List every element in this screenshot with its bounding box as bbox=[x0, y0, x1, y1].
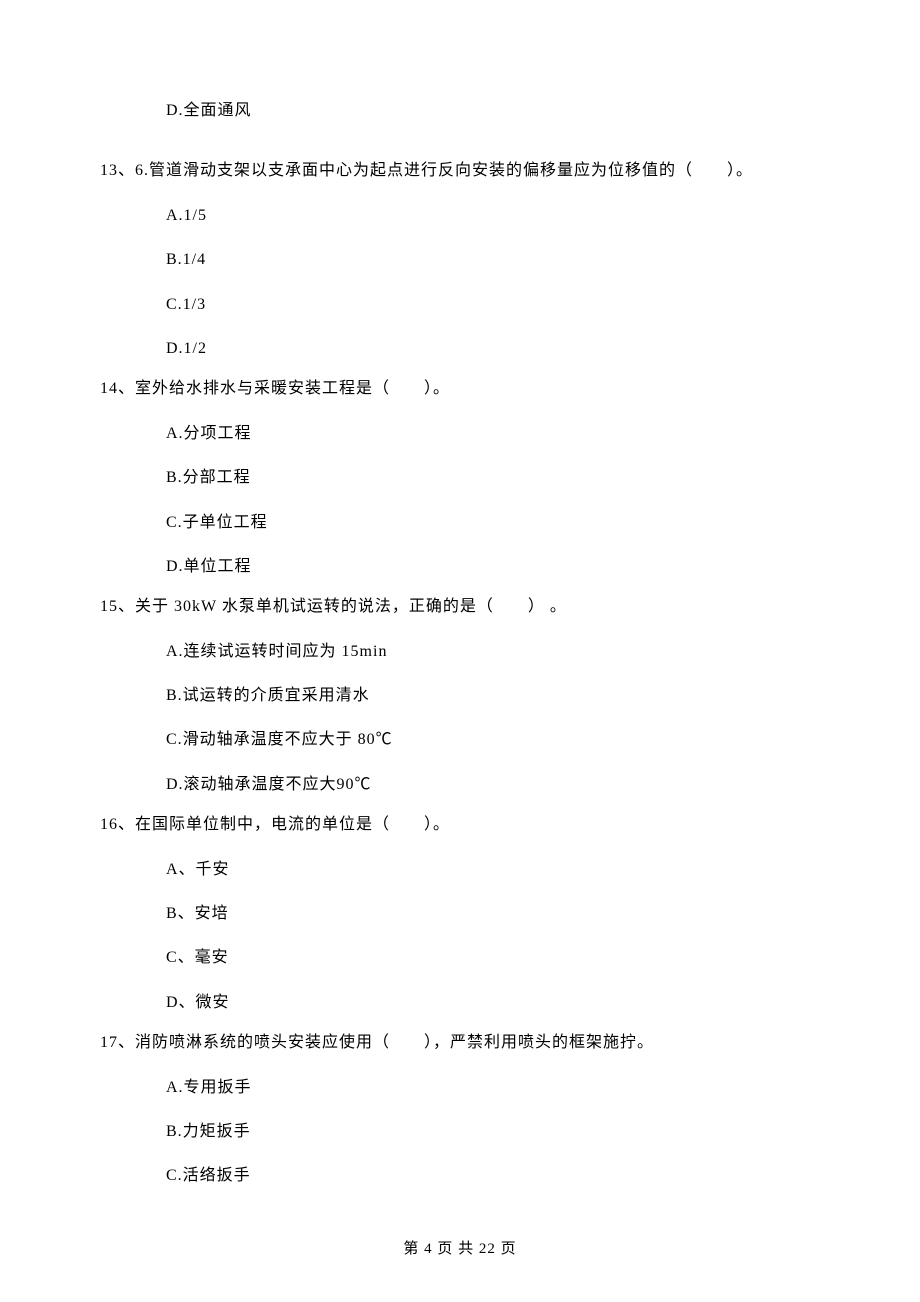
option-item: C.子单位工程 bbox=[166, 512, 820, 534]
option-list: A.专用扳手 B.力矩扳手 C.活络扳手 bbox=[166, 1077, 820, 1188]
option-item: B.1/4 bbox=[166, 249, 820, 271]
option-list: A.1/5 B.1/4 C.1/3 D.1/2 bbox=[166, 205, 820, 361]
option-item: B.力矩扳手 bbox=[166, 1121, 820, 1143]
option-item: A、千安 bbox=[166, 859, 820, 881]
option-item: C.滑动轴承温度不应大于 80℃ bbox=[166, 729, 820, 751]
option-list: A.分项工程 B.分部工程 C.子单位工程 D.单位工程 bbox=[166, 423, 820, 579]
option-item: A.专用扳手 bbox=[166, 1077, 820, 1099]
question-block: 14、室外给水排水与采暖安装工程是（ ）。 A.分项工程 B.分部工程 C.子单… bbox=[100, 378, 820, 578]
option-item: D.1/2 bbox=[166, 338, 820, 360]
orphan-option: D.全面通风 bbox=[166, 100, 820, 122]
question-block: 13、6.管道滑动支架以支承面中心为起点进行反向安装的偏移量应为位移值的（ ）。… bbox=[100, 160, 820, 360]
option-item: A.连续试运转时间应为 15min bbox=[166, 641, 820, 663]
page-content: D.全面通风 13、6.管道滑动支架以支承面中心为起点进行反向安装的偏移量应为位… bbox=[0, 0, 920, 1188]
option-list: A.连续试运转时间应为 15min B.试运转的介质宜采用清水 C.滑动轴承温度… bbox=[166, 641, 820, 797]
option-list: A、千安 B、安培 C、毫安 D、微安 bbox=[166, 859, 820, 1015]
option-item: B、安培 bbox=[166, 903, 820, 925]
page-footer: 第 4 页 共 22 页 bbox=[0, 1239, 920, 1260]
question-block: 15、关于 30kW 水泵单机试运转的说法，正确的是（ ） 。 A.连续试运转时… bbox=[100, 596, 820, 796]
option-item: C.活络扳手 bbox=[166, 1165, 820, 1187]
question-stem: 13、6.管道滑动支架以支承面中心为起点进行反向安装的偏移量应为位移值的（ ）。 bbox=[100, 160, 820, 182]
option-item: D、微安 bbox=[166, 992, 820, 1014]
question-block: 16、在国际单位制中，电流的单位是（ ）。 A、千安 B、安培 C、毫安 D、微… bbox=[100, 814, 820, 1014]
option-item: B.试运转的介质宜采用清水 bbox=[166, 685, 820, 707]
option-item: A.分项工程 bbox=[166, 423, 820, 445]
option-item: B.分部工程 bbox=[166, 467, 820, 489]
option-item: C.1/3 bbox=[166, 294, 820, 316]
question-stem: 15、关于 30kW 水泵单机试运转的说法，正确的是（ ） 。 bbox=[100, 596, 820, 618]
option-item: C、毫安 bbox=[166, 947, 820, 969]
question-stem: 17、消防喷淋系统的喷头安装应使用（ ），严禁利用喷头的框架施拧。 bbox=[100, 1032, 820, 1054]
option-item: D.滚动轴承温度不应大90℃ bbox=[166, 774, 820, 796]
option-item: D.单位工程 bbox=[166, 556, 820, 578]
question-block: 17、消防喷淋系统的喷头安装应使用（ ），严禁利用喷头的框架施拧。 A.专用扳手… bbox=[100, 1032, 820, 1188]
question-stem: 16、在国际单位制中，电流的单位是（ ）。 bbox=[100, 814, 820, 836]
question-stem: 14、室外给水排水与采暖安装工程是（ ）。 bbox=[100, 378, 820, 400]
option-item: A.1/5 bbox=[166, 205, 820, 227]
